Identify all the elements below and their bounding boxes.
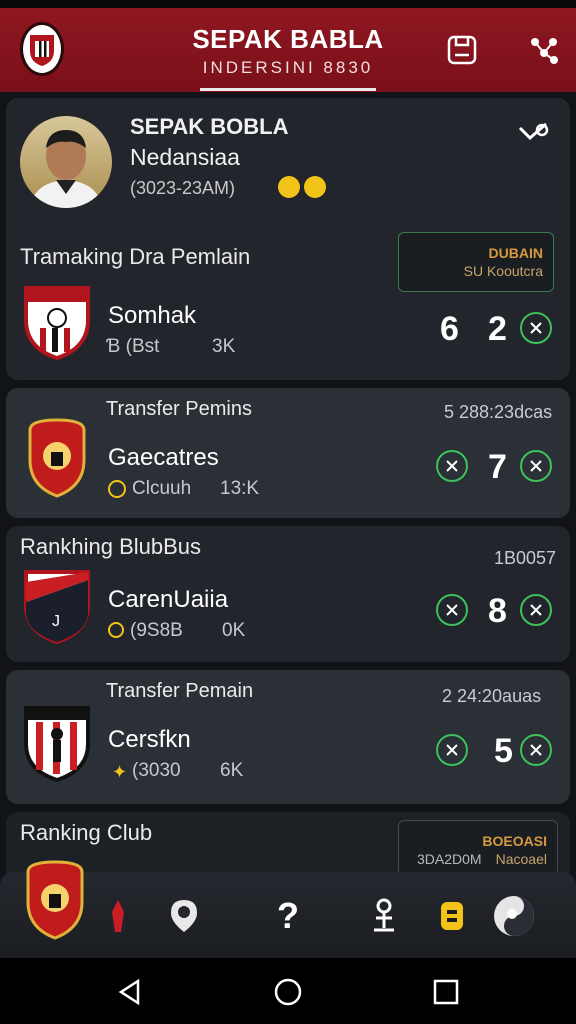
app-title: SEPAK BABLA [192, 24, 384, 54]
section-title-ranking: Rankhing BlubBus [20, 534, 202, 559]
score-home: 6 [440, 310, 459, 348]
transfer-time: 2 24:20auas [442, 686, 542, 706]
score-away: 2 [488, 310, 507, 348]
player-name-line1: SEPAK BOBLA [130, 114, 289, 139]
close-circle-icon[interactable] [436, 734, 468, 766]
transfer-card-1[interactable]: Transfer Pemins 5 288:23dcas Gaecatres C… [6, 388, 570, 518]
ticket-icon[interactable] [430, 894, 474, 938]
team-crest-icon [22, 284, 92, 365]
player-dates: (3023-23ΑΜ) [130, 178, 236, 198]
clock-icon [108, 480, 126, 498]
recents-icon[interactable] [426, 972, 466, 1012]
player-avatar [20, 116, 112, 208]
share-icon[interactable] [524, 30, 564, 70]
promo-banner[interactable]: DUBAIN SU Kooutcra [398, 232, 554, 292]
pen-icon[interactable] [96, 894, 140, 938]
team-name: Cersfkn [108, 726, 191, 753]
promo-line1: BOEOASI [482, 833, 547, 849]
system-navigation-bar [0, 958, 576, 1024]
transfer-card-2[interactable]: Transfer Pemain 2 24:20auas Cersfkn ✦ (3… [6, 670, 570, 804]
app-subtitle: INDERSINI 8830 [202, 58, 374, 77]
score-value: 7 [488, 448, 507, 486]
player-badges [278, 176, 326, 198]
player-name-line2: Nedansiaa [130, 144, 240, 170]
clock-icon [108, 622, 124, 638]
team-crest-icon: J [22, 568, 92, 651]
close-circle-icon[interactable] [520, 450, 552, 482]
close-circle-icon[interactable] [436, 594, 468, 626]
team-meta-right: 3K [212, 336, 236, 357]
ranking-card-1[interactable]: Rankhing BlubBus 1B0057 J CarenUaiia (9S… [6, 526, 570, 662]
close-circle-icon[interactable] [520, 312, 552, 344]
team-meta-left: Clcuuh [132, 478, 192, 499]
team-meta-left: (3030 [132, 760, 181, 781]
svg-text:J: J [52, 613, 60, 630]
club-crest-icon[interactable] [22, 858, 88, 947]
ball-icon[interactable] [492, 894, 536, 938]
team-crest-icon [24, 416, 90, 505]
active-tab-indicator [200, 88, 376, 91]
star-badge-icon [304, 176, 326, 198]
ball-badge-icon [278, 176, 300, 198]
team-name: Somhak [108, 302, 197, 329]
player-card[interactable]: SEPAK BOBLA Nedansiaa (3023-23ΑΜ) Tramak… [6, 98, 570, 380]
promo-line2: Nacoael [495, 851, 547, 867]
transfer-time: 5 288:23dcas [444, 402, 553, 422]
help-icon[interactable]: ? [266, 894, 310, 938]
section-title-transfer: Transfer Pemins [106, 398, 252, 420]
location-pin-icon[interactable] [162, 894, 206, 938]
promo-code: 3DA2D0M [417, 851, 482, 867]
app-header: SEPAK BABLA INDERSINI 8830 [0, 8, 576, 92]
back-icon[interactable] [110, 972, 150, 1012]
star-icon: ✦ [112, 762, 128, 782]
promo-banner[interactable]: BOEOASI Nacoael 3DA2D0M [398, 820, 558, 876]
team-meta-left: Ɓ (Bst [106, 336, 160, 357]
team-name: CarenUaiia [108, 586, 229, 613]
team-crest-icon [22, 704, 92, 789]
status-bar [0, 0, 576, 8]
close-circle-icon[interactable] [520, 734, 552, 766]
score-value: 8 [488, 592, 507, 630]
team-meta-right: 6K [220, 760, 244, 781]
trophy-icon[interactable] [362, 894, 406, 938]
profile-card-icon[interactable] [442, 30, 482, 70]
bottom-navigation: ? [0, 860, 576, 958]
team-meta-right: 13:K [220, 478, 260, 499]
score-value: 5 [494, 732, 513, 770]
edit-icon[interactable] [516, 118, 550, 153]
section-title-ranking: Tramaking Dra Pemlain [20, 244, 251, 269]
close-circle-icon[interactable] [436, 450, 468, 482]
promo-line1: DUBAIN [488, 245, 543, 261]
team-meta-left: (9S8B [130, 620, 183, 641]
team-meta-right: 0K [222, 620, 246, 641]
section-title-transfer: Transfer Pemain [106, 680, 254, 702]
ranking-code: 1B0057 [494, 548, 557, 568]
home-icon[interactable] [268, 972, 308, 1012]
section-title-ranking: Ranking Club [20, 820, 153, 845]
team-name: Gaecatres [108, 444, 219, 471]
promo-line2: SU Kooutcra [463, 263, 543, 279]
close-circle-icon[interactable] [520, 594, 552, 626]
